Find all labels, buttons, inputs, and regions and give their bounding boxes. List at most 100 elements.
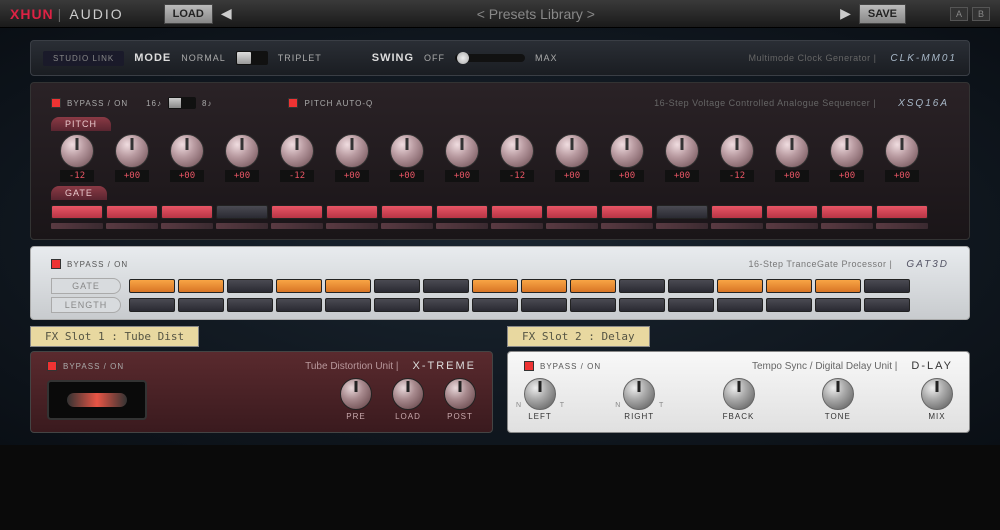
fx2-knob-left[interactable] [524,378,556,410]
steps-toggle[interactable] [168,97,196,109]
fx2-knob-mix[interactable] [921,378,953,410]
tg-length-step-4[interactable] [276,298,322,312]
tg-gate-step-9[interactable] [521,279,567,293]
pitch-autoq-led[interactable] [288,98,298,108]
tg-gate-step-11[interactable] [619,279,665,293]
tg-length-step-7[interactable] [423,298,469,312]
tg-gate-step-6[interactable] [374,279,420,293]
fx1-knob-post[interactable] [444,378,476,410]
tg-length-step-14[interactable] [766,298,812,312]
save-button[interactable]: SAVE [859,4,906,24]
seq-vel-12[interactable] [656,223,708,229]
pitch-knob-8[interactable] [445,134,479,168]
seq-gate-step-14[interactable] [766,205,818,219]
tg-gate-step-3[interactable] [227,279,273,293]
pitch-knob-14[interactable] [775,134,809,168]
tg-gate-step-16[interactable] [864,279,910,293]
pitch-knob-6[interactable] [335,134,369,168]
pitch-knob-16[interactable] [885,134,919,168]
seq-gate-step-12[interactable] [656,205,708,219]
tg-length-step-9[interactable] [521,298,567,312]
seq-gate-step-11[interactable] [601,205,653,219]
gate-bypass-led[interactable] [51,259,61,269]
tg-length-step-13[interactable] [717,298,763,312]
tg-gate-step-1[interactable] [129,279,175,293]
tg-gate-step-12[interactable] [668,279,714,293]
tg-gate-step-7[interactable] [423,279,469,293]
tg-length-step-10[interactable] [570,298,616,312]
tg-gate-step-2[interactable] [178,279,224,293]
tg-length-step-2[interactable] [178,298,224,312]
pitch-knob-3[interactable] [170,134,204,168]
seq-gate-step-10[interactable] [546,205,598,219]
seq-vel-8[interactable] [436,223,488,229]
mode-toggle[interactable] [236,51,268,65]
tg-gate-step-10[interactable] [570,279,616,293]
seq-vel-9[interactable] [491,223,543,229]
load-button[interactable]: LOAD [164,4,213,24]
seq-vel-1[interactable] [51,223,103,229]
seq-vel-6[interactable] [326,223,378,229]
seq-vel-7[interactable] [381,223,433,229]
pitch-knob-1[interactable] [60,134,94,168]
pitch-knob-7[interactable] [390,134,424,168]
seq-vel-11[interactable] [601,223,653,229]
fx1-knob-pre[interactable] [340,378,372,410]
seq-gate-step-6[interactable] [326,205,378,219]
seq-vel-3[interactable] [161,223,213,229]
seq-gate-step-4[interactable] [216,205,268,219]
pitch-knob-15[interactable] [830,134,864,168]
pitch-knob-9[interactable] [500,134,534,168]
tg-gate-step-13[interactable] [717,279,763,293]
tg-length-step-15[interactable] [815,298,861,312]
preset-next-button[interactable]: ▶ [832,5,859,22]
tg-gate-step-5[interactable] [325,279,371,293]
seq-gate-step-16[interactable] [876,205,928,219]
seq-gate-step-9[interactable] [491,205,543,219]
pitch-knob-13[interactable] [720,134,754,168]
tg-length-step-3[interactable] [227,298,273,312]
studio-link-button[interactable]: STUDIO LINK [43,51,124,66]
view-a-button[interactable]: A [950,7,968,21]
seq-vel-2[interactable] [106,223,158,229]
pitch-knob-11[interactable] [610,134,644,168]
seq-vel-16[interactable] [876,223,928,229]
pitch-knob-12[interactable] [665,134,699,168]
tg-length-step-1[interactable] [129,298,175,312]
tg-gate-step-8[interactable] [472,279,518,293]
seq-gate-step-13[interactable] [711,205,763,219]
pitch-knob-5[interactable] [280,134,314,168]
tg-length-step-8[interactable] [472,298,518,312]
seq-gate-step-15[interactable] [821,205,873,219]
tg-gate-step-4[interactable] [276,279,322,293]
seq-vel-4[interactable] [216,223,268,229]
fx2-tab[interactable]: FX Slot 2 : Delay [507,326,650,347]
preset-prev-button[interactable]: ◀ [213,5,240,22]
tg-gate-step-14[interactable] [766,279,812,293]
seq-bypass-led[interactable] [51,98,61,108]
seq-vel-15[interactable] [821,223,873,229]
seq-vel-10[interactable] [546,223,598,229]
seq-gate-step-2[interactable] [106,205,158,219]
fx1-tab[interactable]: FX Slot 1 : Tube Dist [30,326,199,347]
seq-vel-13[interactable] [711,223,763,229]
tg-length-step-12[interactable] [668,298,714,312]
fx1-bypass-led[interactable] [47,361,57,371]
preset-display[interactable]: < Presets Library > [240,6,832,22]
tg-length-step-5[interactable] [325,298,371,312]
seq-vel-14[interactable] [766,223,818,229]
seq-gate-step-5[interactable] [271,205,323,219]
tg-gate-step-15[interactable] [815,279,861,293]
pitch-knob-10[interactable] [555,134,589,168]
fx2-knob-right[interactable] [623,378,655,410]
fx2-knob-fback[interactable] [723,378,755,410]
seq-gate-step-3[interactable] [161,205,213,219]
fx1-bypass[interactable]: BYPASS / ON [47,361,124,371]
seq-gate-step-7[interactable] [381,205,433,219]
seq-gate-step-8[interactable] [436,205,488,219]
gate-bypass[interactable]: BYPASS / ON [51,259,128,269]
tg-length-step-16[interactable] [864,298,910,312]
swing-slider[interactable] [455,54,525,62]
view-b-button[interactable]: B [972,7,990,21]
fx2-bypass-led[interactable] [524,361,534,371]
